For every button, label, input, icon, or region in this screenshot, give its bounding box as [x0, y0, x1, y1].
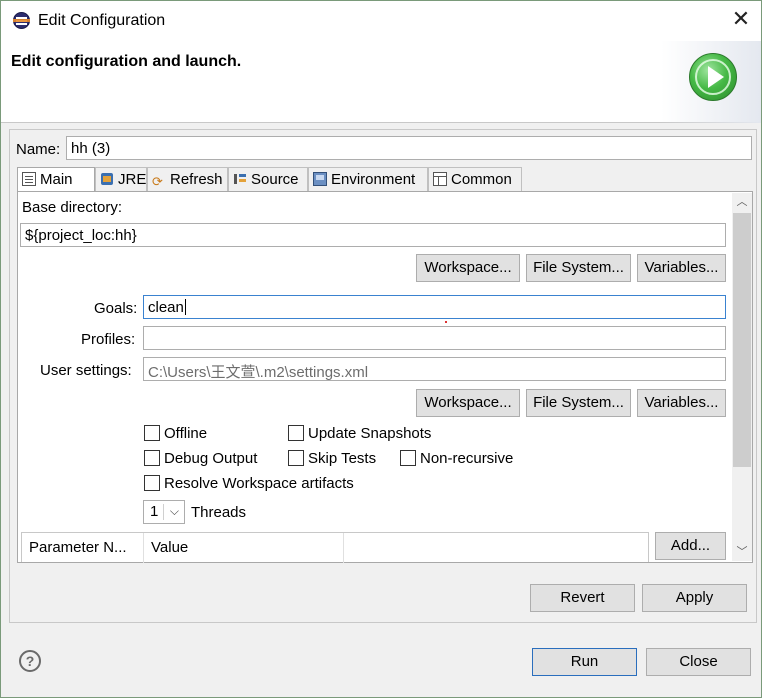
close-button[interactable]: Close — [646, 648, 751, 676]
goals-field[interactable]: clean — [143, 295, 726, 319]
resolve-workspace-checkbox[interactable] — [144, 475, 160, 491]
profiles-field[interactable] — [143, 326, 726, 350]
non-recursive-label: Non-recursive — [420, 450, 514, 467]
skip-tests-checkbox[interactable] — [288, 450, 304, 466]
scroll-down-icon[interactable]: ﹀ — [732, 543, 752, 561]
debug-output-checkbox[interactable] — [144, 450, 160, 466]
revert-button[interactable]: Revert — [530, 584, 635, 612]
eclipse-icon — [13, 12, 30, 29]
tab-common[interactable]: Common — [428, 167, 522, 192]
update-snapshots-checkbox[interactable] — [288, 425, 304, 441]
refresh-icon: ⟳ — [152, 175, 163, 190]
base-directory-label: Base directory: — [22, 199, 123, 216]
combo-separator — [163, 504, 164, 520]
tab-label: Environment — [331, 171, 416, 188]
non-recursive-checkbox[interactable] — [400, 450, 416, 466]
offline-label: Offline — [164, 425, 208, 442]
parameter-name-column-header[interactable]: Parameter N... — [22, 533, 144, 563]
run-button[interactable]: Run — [532, 648, 637, 676]
tab-label: Source — [251, 171, 299, 188]
workspace-button-2[interactable]: Workspace... — [416, 389, 520, 417]
goals-value: clean — [148, 299, 184, 316]
tab-label: Common — [451, 171, 512, 188]
name-label: Name: — [16, 141, 61, 158]
close-icon[interactable]: ✕ — [729, 9, 753, 33]
skip-tests-label: Skip Tests — [308, 450, 377, 467]
tab-label: Refresh — [170, 171, 223, 188]
scroll-thumb[interactable] — [733, 213, 751, 467]
base-directory-field[interactable]: ${project_loc:hh} — [20, 223, 726, 247]
add-parameter-button[interactable]: Add... — [655, 532, 726, 560]
window-title: Edit Configuration — [38, 12, 166, 29]
jre-icon — [100, 172, 114, 186]
profiles-label: Profiles: — [81, 331, 136, 348]
resolve-workspace-label: Resolve Workspace artifacts — [164, 475, 354, 492]
environment-icon — [313, 172, 327, 186]
red-dot-artifact — [445, 321, 447, 323]
apply-button[interactable]: Apply — [642, 584, 747, 612]
threads-value: 1 — [150, 503, 159, 520]
tab-label: JRE — [118, 171, 147, 188]
scroll-up-icon[interactable]: ︿ — [732, 193, 752, 211]
workspace-button-1[interactable]: Workspace... — [416, 254, 520, 282]
user-settings-label: User settings: — [40, 362, 132, 379]
help-icon[interactable]: ? — [19, 650, 41, 672]
goals-label: Goals: — [94, 300, 138, 317]
tab-refresh[interactable]: ⟳ Refresh — [147, 167, 228, 192]
debug-output-label: Debug Output — [164, 450, 258, 467]
tab-environment[interactable]: Environment — [308, 167, 428, 192]
main-tab-scrollbar[interactable]: ︿ ﹀ — [732, 193, 752, 561]
tab-source[interactable]: Source — [228, 167, 308, 192]
text-caret — [184, 299, 186, 315]
variables-button-2[interactable]: Variables... — [637, 389, 726, 417]
parameters-table[interactable]: Parameter N... Value — [21, 532, 649, 563]
name-field[interactable]: hh (3) — [66, 136, 752, 160]
tab-main[interactable]: Main — [17, 167, 95, 193]
tab-jre[interactable]: JRE — [95, 167, 147, 192]
file-system-button-2[interactable]: File System... — [526, 389, 631, 417]
chevron-down-icon: ⌵ — [169, 504, 179, 518]
source-icon — [233, 172, 247, 186]
update-snapshots-label: Update Snapshots — [308, 425, 432, 442]
variables-button-1[interactable]: Variables... — [637, 254, 726, 282]
value-column-header[interactable]: Value — [144, 533, 344, 563]
tab-label: Main — [40, 171, 73, 188]
title-bar: Edit Configuration ✕ — [1, 1, 761, 41]
edit-configuration-dialog: Edit Configuration ✕ Edit configuration … — [0, 0, 762, 698]
user-settings-field[interactable]: C:\Users\王文萱\.m2\settings.xml — [143, 357, 726, 381]
threads-select[interactable]: 1 ⌵ — [143, 500, 185, 524]
main-tab-icon — [22, 172, 36, 186]
file-system-button-1[interactable]: File System... — [526, 254, 631, 282]
run-launch-icon-ring — [695, 59, 731, 95]
offline-checkbox[interactable] — [144, 425, 160, 441]
common-icon — [433, 172, 447, 186]
threads-label: Threads — [191, 504, 247, 521]
header-title: Edit configuration and launch. — [11, 53, 242, 70]
dialog-header: Edit configuration and launch. — [1, 41, 761, 123]
